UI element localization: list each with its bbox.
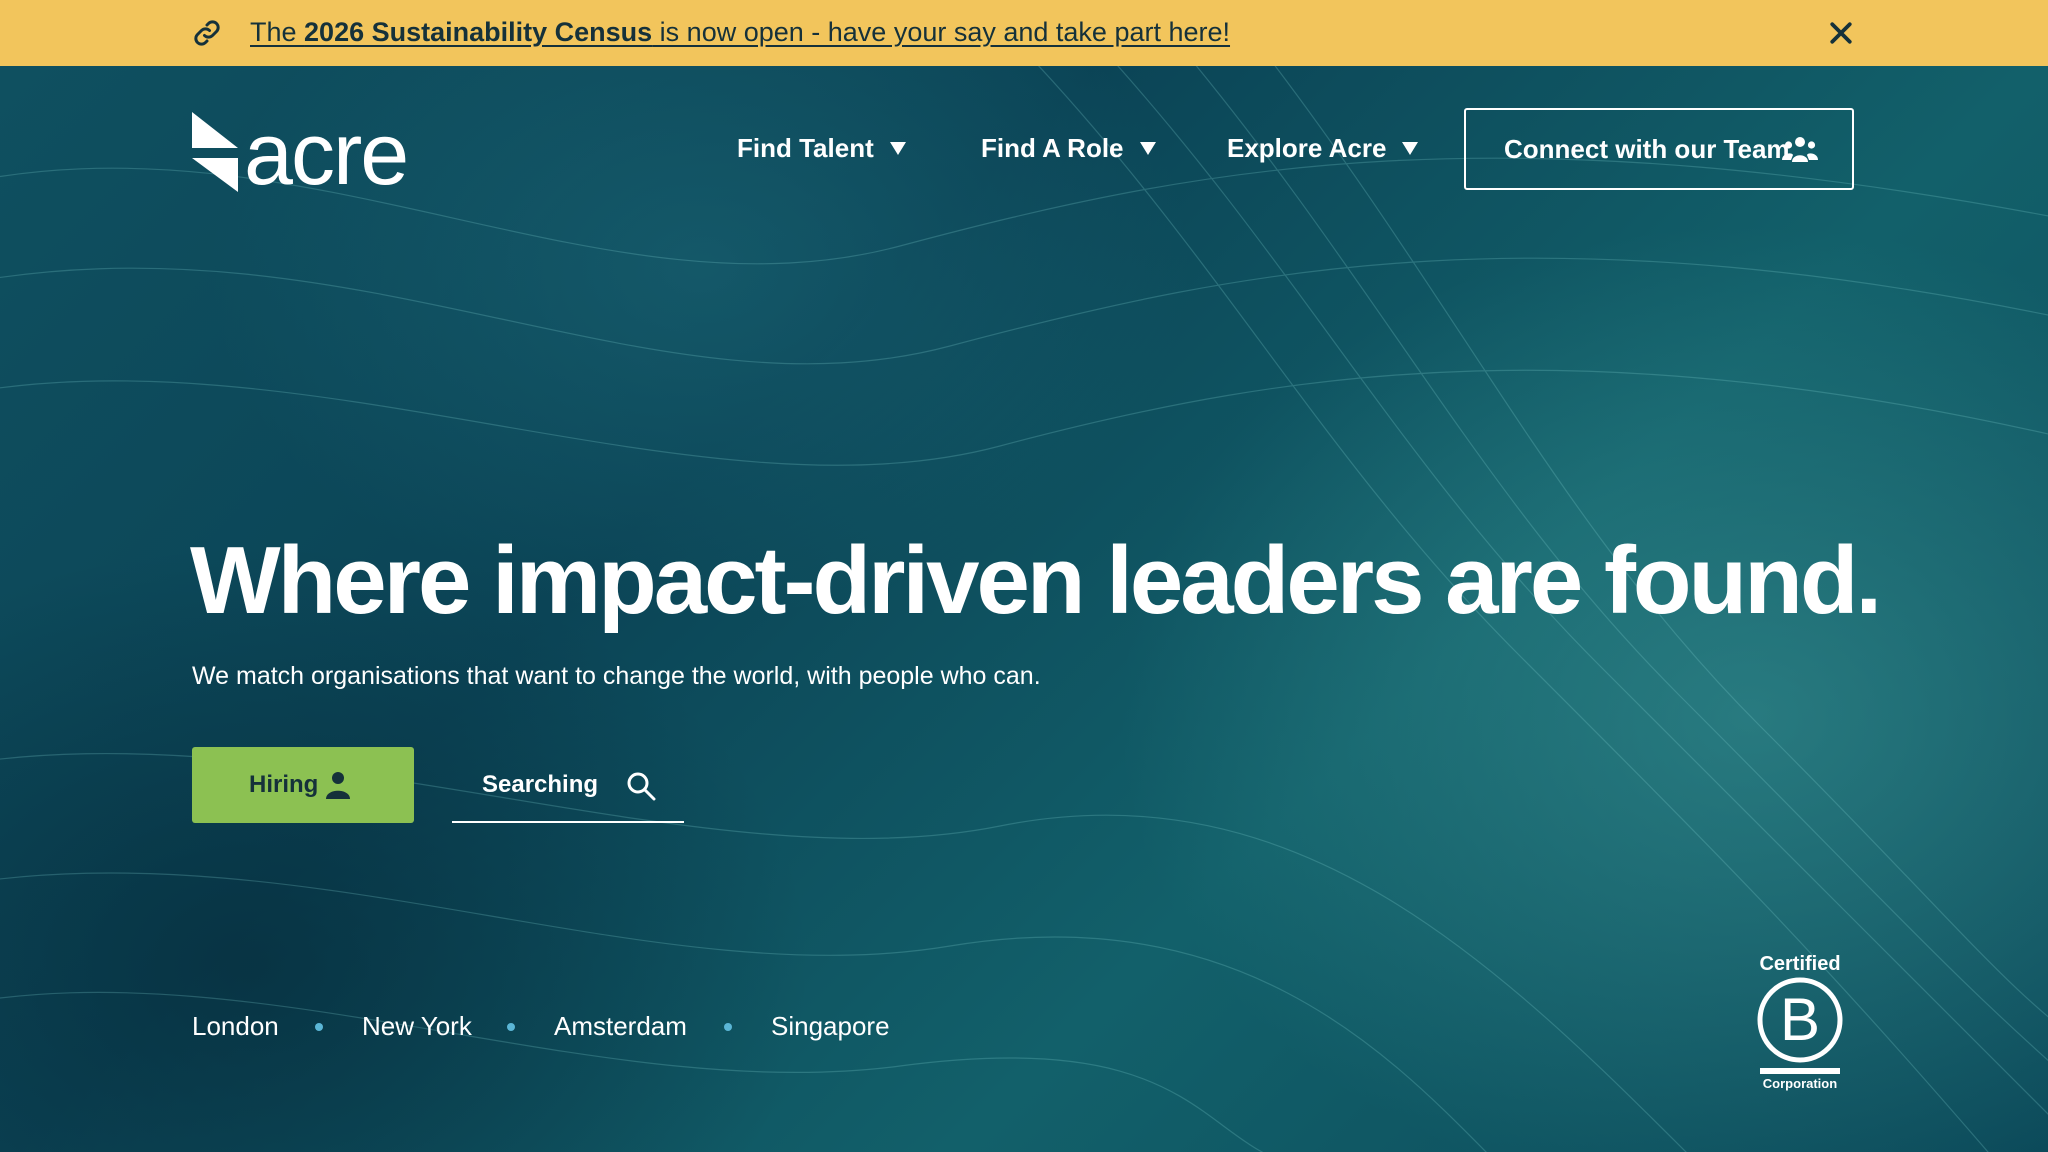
hero-section: acre Find Talent Find A Role Explore Acr… bbox=[0, 66, 2048, 1152]
announcement-text-after: is now open - have your say and take par… bbox=[652, 17, 1231, 47]
caret-down-icon bbox=[889, 142, 906, 155]
searching-button[interactable]: Searching bbox=[452, 747, 684, 823]
close-icon[interactable] bbox=[1826, 18, 1856, 48]
logo-text: acre bbox=[244, 104, 409, 203]
searching-label: Searching bbox=[482, 771, 599, 798]
person-icon bbox=[326, 772, 350, 799]
separator-dot bbox=[507, 1023, 515, 1031]
location-amsterdam: Amsterdam bbox=[554, 1011, 687, 1041]
bcorp-logo-icon: B bbox=[1757, 977, 1843, 1074]
caret-down-icon bbox=[1139, 142, 1156, 155]
team-icon bbox=[1782, 137, 1818, 162]
announcement-text-bold: 2026 Sustainability Census bbox=[304, 17, 653, 47]
acre-logo[interactable]: acre bbox=[192, 106, 422, 202]
nav-explore-acre[interactable]: Explore Acre bbox=[1227, 128, 1419, 168]
location-new-york: New York bbox=[362, 1011, 472, 1041]
nav-find-a-role[interactable]: Find A Role bbox=[981, 128, 1156, 168]
location-london: London bbox=[192, 1011, 279, 1041]
nav-label: Explore Acre bbox=[1227, 133, 1387, 163]
hiring-button[interactable]: Hiring bbox=[192, 747, 414, 823]
connect-team-label: Connect with our Team bbox=[1504, 134, 1790, 164]
bcorp-letter: B bbox=[1780, 986, 1820, 1053]
hiring-label: Hiring bbox=[249, 771, 319, 798]
search-icon bbox=[627, 772, 656, 801]
separator-dot bbox=[724, 1023, 732, 1031]
bcorp-badge: Certified B Corporation bbox=[1752, 952, 1848, 1102]
caret-down-icon bbox=[1402, 142, 1419, 155]
hero-subline: We match organisations that want to chan… bbox=[192, 662, 1041, 690]
announcement-link[interactable]: The 2026 Sustainability Census is now op… bbox=[250, 14, 1230, 50]
hero-headline: Where impact-driven leaders are found. bbox=[190, 527, 1882, 634]
link-icon bbox=[194, 20, 220, 46]
connect-team-button[interactable]: Connect with our Team bbox=[1464, 108, 1854, 190]
logo-mark bbox=[192, 112, 238, 192]
announcement-text-before: The bbox=[250, 17, 305, 47]
announcement-banner: The 2026 Sustainability Census is now op… bbox=[0, 0, 2048, 66]
location-singapore: Singapore bbox=[771, 1011, 890, 1041]
bcorp-certified: Certified bbox=[1759, 953, 1841, 975]
nav-label: Find A Role bbox=[981, 133, 1124, 163]
bcorp-corporation: Corporation bbox=[1762, 1076, 1838, 1091]
nav-find-talent[interactable]: Find Talent bbox=[737, 128, 906, 168]
nav-label: Find Talent bbox=[737, 133, 874, 163]
separator-dot bbox=[315, 1023, 323, 1031]
